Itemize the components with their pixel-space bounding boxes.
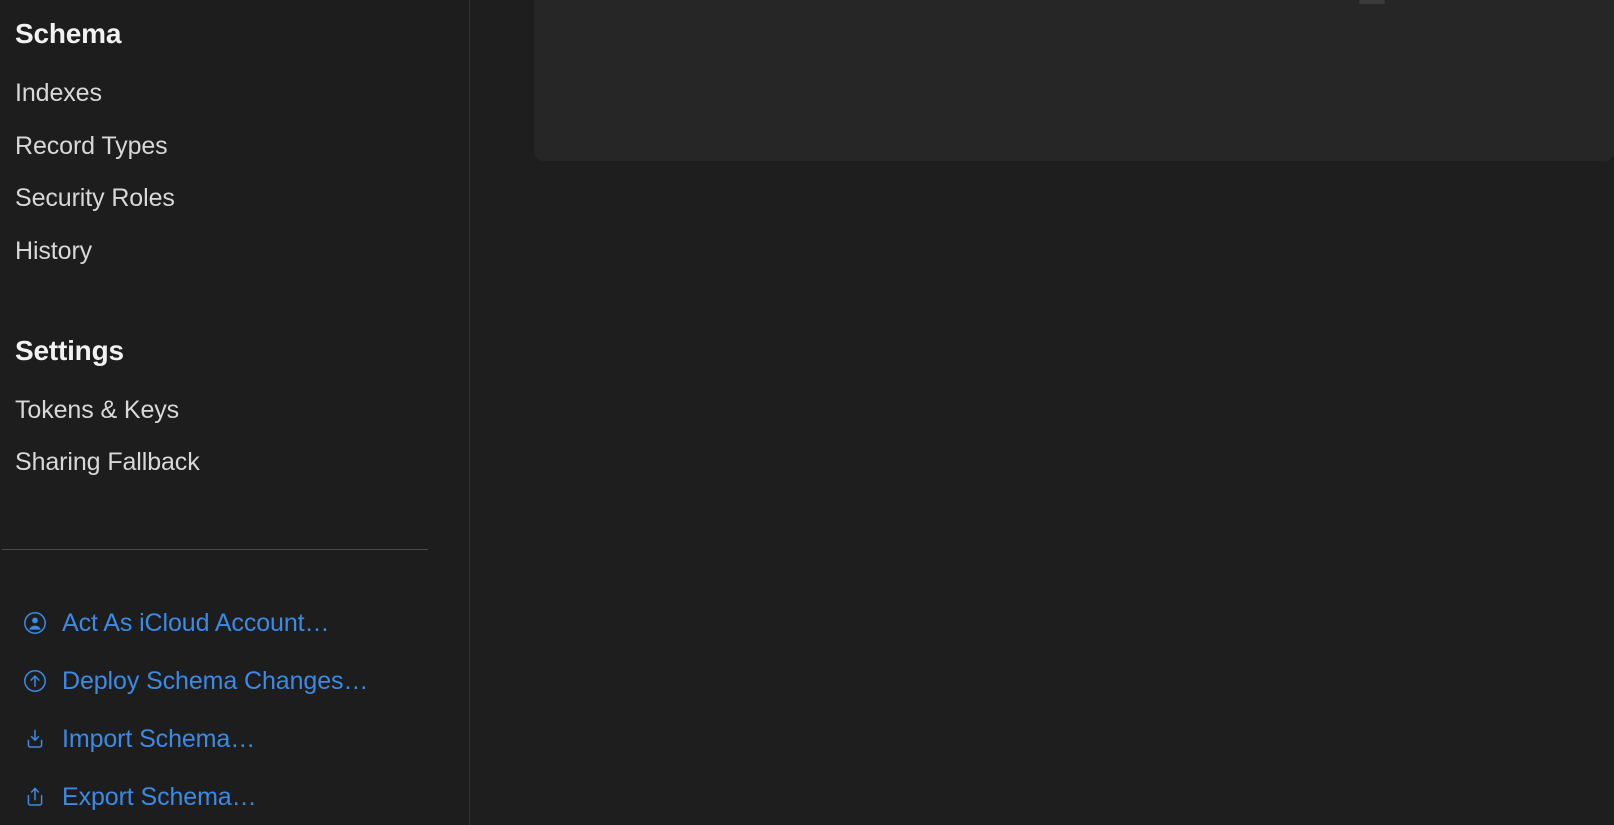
deploy-schema-changes-button[interactable]: Deploy Schema Changes… [0, 652, 469, 710]
tray-and-arrow-up-icon [22, 784, 48, 810]
content-panel [534, 0, 1614, 161]
tray-and-arrow-down-icon [22, 726, 48, 752]
sidebar-item-history[interactable]: History [0, 239, 92, 264]
sidebar-item-sharing-fallback[interactable]: Sharing Fallback [0, 450, 200, 475]
sidebar-divider [2, 549, 428, 550]
export-schema-label: Export Schema… [62, 782, 257, 811]
cloudkit-dashboard-window: Schema Indexes Record Types Security Rol… [0, 0, 1614, 825]
sidebar-section-header-settings: Settings [15, 335, 124, 366]
main-content-area [470, 0, 1614, 825]
sidebar-item-record-types[interactable]: Record Types [0, 134, 168, 159]
sidebar-item-security-roles[interactable]: Security Roles [0, 186, 175, 211]
export-schema-button[interactable]: Export Schema… [0, 768, 469, 825]
act-as-icloud-account-label: Act As iCloud Account… [62, 608, 330, 637]
sidebar-item-indexes[interactable]: Indexes [0, 81, 102, 106]
person-circle-icon [22, 610, 48, 636]
import-schema-button[interactable]: Import Schema… [0, 710, 469, 768]
scroll-indicator-fragment [1359, 0, 1385, 4]
sidebar-item-tokens-and-keys[interactable]: Tokens & Keys [0, 398, 179, 423]
import-schema-label: Import Schema… [62, 724, 256, 753]
act-as-icloud-account-button[interactable]: Act As iCloud Account… [0, 594, 469, 652]
arrow-up-circle-icon [22, 668, 48, 694]
sidebar: Schema Indexes Record Types Security Rol… [0, 0, 470, 825]
deploy-schema-changes-label: Deploy Schema Changes… [62, 666, 369, 695]
sidebar-actions: Act As iCloud Account… Deploy Schema Cha… [0, 594, 469, 825]
sidebar-section-header-schema: Schema [15, 18, 122, 49]
